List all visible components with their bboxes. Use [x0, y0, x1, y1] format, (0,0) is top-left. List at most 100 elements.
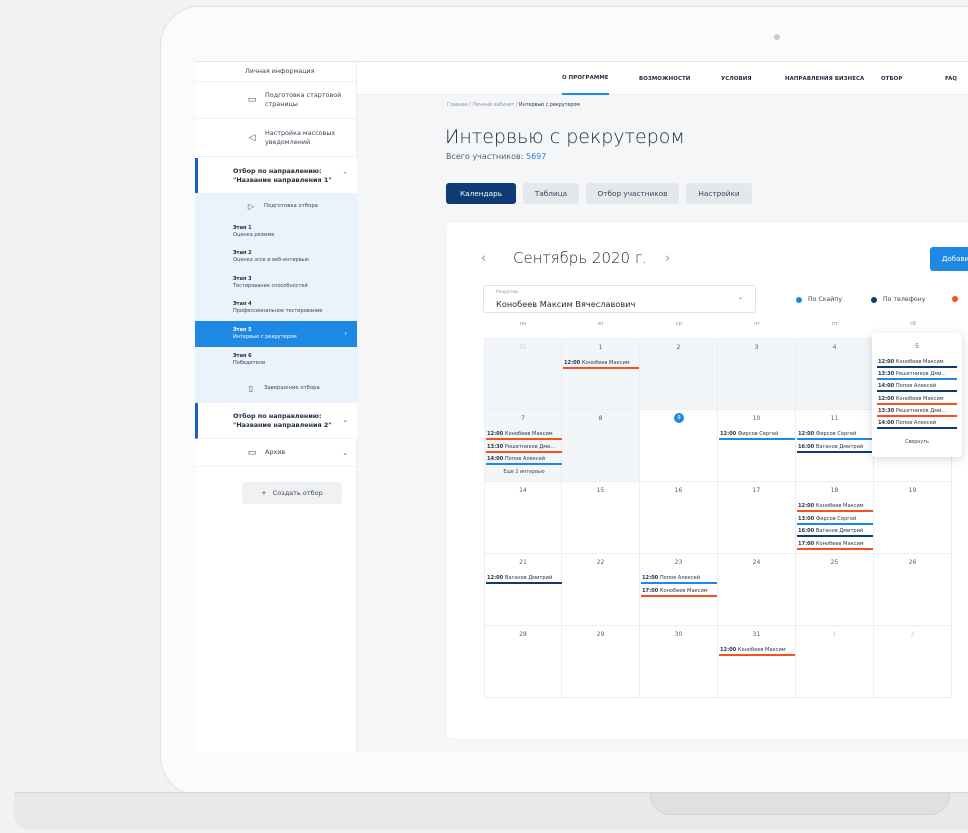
interview-event[interactable]: 13:30 Решетников Дми... — [486, 443, 562, 453]
nav-conditions[interactable]: УСЛОВИЯ — [721, 62, 752, 95]
calendar-day-cell[interactable]: 17 — [718, 482, 796, 554]
tab-participant-selection[interactable]: Отбор участников — [586, 183, 679, 204]
calendar-day-cell[interactable]: 19 — [874, 482, 952, 554]
event-time: 17:00 — [798, 540, 815, 547]
interview-event[interactable]: 12:00 Фирсов Сергей — [797, 430, 873, 440]
event-time: 16:00 — [798, 528, 815, 534]
calendar-day-cell[interactable]: 2 — [874, 626, 952, 698]
calendar-day-cell[interactable]: 16 — [640, 482, 718, 554]
calendar-day-cell[interactable]: 2 — [640, 338, 718, 410]
tab-table[interactable]: Таблица — [523, 183, 579, 204]
calendar-day-cell[interactable]: 9 — [640, 410, 718, 482]
sidebar-item-personal-info[interactable]: Личная информация — [195, 62, 357, 82]
interview-event[interactable]: 17:00 Конобеев Максим — [797, 540, 873, 550]
calendar-day-cell[interactable]: 3 — [718, 338, 796, 410]
calendar-day-cell[interactable]: 23 12:00 Попов Алексей 17:00 Конобеев Макс… — [640, 554, 718, 626]
interview-event[interactable]: 12:00 Конобеев Максим — [563, 359, 639, 369]
sidebar-group-direction-2[interactable]: Отбор по направлению: "Название направле… — [195, 403, 357, 439]
calendar-day-cell[interactable]: 1 — [796, 626, 874, 698]
interview-event[interactable]: 14:00 Попов Алексей — [877, 419, 957, 429]
nav-business-directions[interactable]: НАПРАВЛЕНИЯ БИЗНЕСА — [785, 62, 864, 95]
nav-about[interactable]: О ПРОГРАММЕ — [562, 62, 609, 95]
sidebar-stage-6[interactable]: Этап 6 Победители — [195, 347, 357, 373]
day-number: 19 — [908, 487, 917, 494]
day-number: 21 — [519, 559, 527, 566]
day-number: 23 — [674, 559, 683, 566]
calendar-day-cell[interactable]: 10 12:00 Фирсов Сергей — [718, 410, 796, 482]
calendar-day-cell[interactable]: 1 12:00 Конобеев Максим — [562, 338, 640, 410]
event-name: Конобеев Максим — [895, 395, 944, 402]
interview-event[interactable]: 12:00 Конобеев Максим — [719, 646, 795, 656]
interview-event[interactable]: 12:00 Попов Алексей — [641, 574, 717, 584]
nav-faq[interactable]: FAQ — [945, 62, 957, 95]
sidebar-item-start-page[interactable]: ▭ Подготовка стартовой страницы — [195, 82, 357, 119]
interview-event[interactable]: 17:00 Конобеев Максим — [641, 587, 717, 597]
calendar-day-cell[interactable]: 30 — [640, 626, 718, 698]
breadcrumb-cabinet[interactable]: Личный кабинет — [472, 103, 514, 108]
interview-event[interactable]: 13:30 Решетников Дми... — [877, 407, 957, 417]
interview-event[interactable]: 16:00 Ваганов Дмитрий — [797, 443, 873, 453]
sidebar-item-prep[interactable]: ▷ Подготовка отбора — [195, 193, 357, 219]
calendar-day-cell[interactable]: 15 — [562, 482, 640, 554]
stage-name: Профессиональное тестирование — [233, 308, 323, 314]
interview-event[interactable]: 13:30 Решетников Дми... — [877, 370, 957, 381]
sidebar-stage-1[interactable]: Этап 1 Оценка резюме — [195, 219, 357, 244]
calendar-day-cell[interactable]: 26 — [874, 554, 952, 626]
calendar-day-cell[interactable]: 14 — [484, 482, 562, 554]
interview-event[interactable]: 12:00 Конобеев Максим — [486, 430, 562, 440]
interview-event[interactable]: 12:00 Конобеев Максим — [797, 502, 873, 512]
tab-calendar[interactable]: Календарь — [446, 183, 516, 204]
add-button[interactable]: Добавить — [930, 247, 968, 271]
interview-event[interactable]: 16:00 Ваганов Дмитрий — [797, 527, 873, 537]
event-name: Решетников Дми... — [895, 407, 947, 414]
nav-label: НАПРАВЛЕНИЯ БИЗНЕСА — [785, 75, 865, 82]
calendar-day-cell[interactable]: 24 — [718, 554, 796, 626]
calendar-day-cell[interactable]: 25 — [796, 554, 874, 626]
calendar-day-cell[interactable]: 7 12:00 Конобеев Максим 13:30 Решетников Д… — [484, 410, 562, 482]
collapse-button[interactable]: Свернуть — [872, 440, 962, 445]
interview-event[interactable]: 12:00 Ваганов Дмитрий — [486, 574, 562, 584]
event-name: Конобеев Максим — [581, 360, 630, 366]
calendar-day-cell[interactable]: 28 — [484, 626, 562, 698]
calendar-day-cell[interactable]: 8 — [562, 410, 640, 482]
sidebar-item-label: Личная информация — [245, 67, 315, 75]
chevron-left-icon[interactable]: ‹ — [481, 251, 486, 266]
sidebar-item-finish[interactable]: ▯ Завершение отбора — [195, 373, 357, 403]
interview-event[interactable]: 12:00 Фирсов Сергей — [719, 430, 795, 440]
sidebar-stage-4[interactable]: Этап 4 Профессиональное тестирование — [195, 295, 357, 321]
sidebar-stage-5[interactable]: Этап 5 Интервью с рекрутером › — [195, 321, 357, 347]
nav-opportunities[interactable]: ВОЗМОЖНОСТИ — [639, 62, 690, 95]
calendar-day-cell[interactable]: 18 12:00 Конобеев Максим 13:00 Фирсов Серг… — [796, 482, 874, 554]
calendar-day-cell[interactable]: 4 — [796, 338, 874, 410]
nav-selection[interactable]: ОТБОР — [881, 62, 902, 95]
interview-event[interactable]: 12:00 Конобеев Максим — [877, 395, 957, 405]
sidebar-group-direction-1[interactable]: Отбор по направлению: "Название направле… — [195, 158, 357, 193]
sidebar-stage-3[interactable]: Этап 3 Тестирование способностей — [195, 270, 357, 295]
breadcrumb-home[interactable]: Главная — [447, 103, 468, 108]
sidebar-stage-2[interactable]: Этап 2 Оценка эссе и веб-интервью — [195, 244, 357, 270]
tab-settings[interactable]: Настройки — [686, 183, 752, 204]
recruiter-select[interactable]: Рекрутер Конобеев Максим Вячеславович ⌄ — [483, 285, 756, 313]
sidebar-item-label: Подготовка отбора — [264, 202, 318, 209]
calendar-day-cell[interactable]: 11 12:00 Фирсов Сергей 16:00 Ваганов Дмитр… — [796, 410, 874, 482]
sidebar-item-mass-notifications[interactable]: ◁ Настройка массовых уведомлений — [195, 119, 357, 157]
calendar-day-cell[interactable]: 31 — [484, 338, 562, 410]
interview-event[interactable]: 13:00 Фирсов Сергей — [797, 515, 873, 525]
weekday-label: пн — [519, 321, 527, 327]
event-time: 12:00 — [642, 575, 659, 581]
tab-label: Таблица — [534, 189, 568, 198]
calendar-day-cell[interactable]: 22 — [562, 554, 640, 626]
interview-event[interactable]: 12:00 Конобеев Максим — [877, 358, 957, 368]
create-selection-button[interactable]: + Создать отбор — [242, 482, 342, 504]
megaphone-icon: ◁ — [248, 132, 256, 143]
sidebar-item-archive[interactable]: ▭ Архив ⌄ — [195, 439, 357, 467]
interview-event[interactable]: 14:00 Попов Алексей — [877, 382, 957, 393]
day-number: 14 — [519, 487, 527, 494]
more-interviews-link[interactable]: Еще 2 интервью — [485, 470, 563, 475]
chevron-right-icon[interactable]: › — [665, 251, 670, 266]
day-number: 15 — [596, 487, 605, 494]
interview-event[interactable]: 14:00 Попов Алексей — [486, 455, 562, 465]
calendar-day-cell[interactable]: 29 — [562, 626, 640, 698]
calendar-day-cell[interactable]: 31 12:00 Конобеев Максим — [718, 626, 796, 698]
calendar-day-cell[interactable]: 21 12:00 Ваганов Дмитрий — [484, 554, 562, 626]
